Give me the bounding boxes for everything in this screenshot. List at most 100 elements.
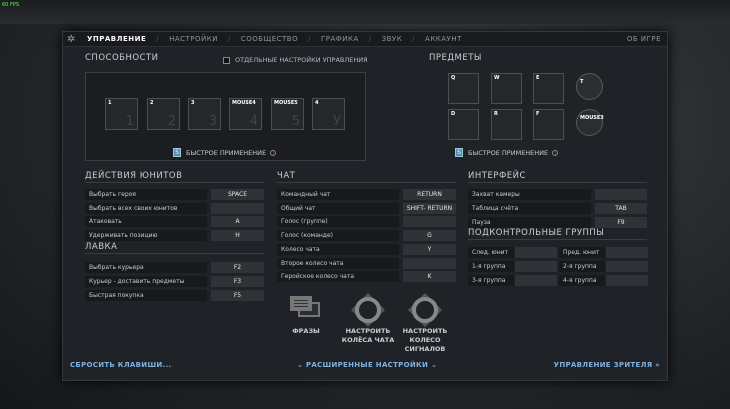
item-slot[interactable]: R <box>491 109 522 140</box>
item-slot[interactable]: F <box>533 109 564 140</box>
keybind-key[interactable]: SHIFT- RETURN <box>403 202 456 214</box>
items-quickcast[interactable]: S БЫСТРОЕ ПРИМЕНЕНИЕ i <box>455 148 559 157</box>
phrases-icon[interactable] <box>290 296 322 322</box>
control-group-key[interactable] <box>515 261 557 272</box>
control-group-label: 4-я группа <box>559 275 605 286</box>
ability-slot[interactable]: 11 <box>105 98 138 130</box>
separate-controls-checkbox[interactable]: ОТДЕЛЬНЫЕ НАСТРОЙКИ УПРАВЛЕНИЯ <box>223 56 368 64</box>
chevron-down-icon: ⌄ <box>428 361 438 369</box>
keybind-label: Второе колесо чата <box>277 257 399 269</box>
tab-sound[interactable]: ЗВУК <box>382 35 403 43</box>
keybind-row: Выбрать курьера F2 <box>85 262 264 273</box>
keybind-label: Быстрая покупка <box>85 290 207 301</box>
keybind-key[interactable]: RETURN <box>403 189 456 200</box>
keybind-key[interactable] <box>595 189 647 200</box>
control-group-row: 4-я группа <box>559 275 648 286</box>
ability-number: 1 <box>125 114 134 129</box>
keybind-row: Геройское колесо чата K <box>277 271 456 283</box>
ability-hotkey: 4 <box>315 100 319 106</box>
item-slot[interactable]: W <box>491 73 522 104</box>
keybind-label: Командный чат <box>277 189 399 200</box>
keybind-key[interactable]: H <box>211 230 264 242</box>
keybind-key[interactable] <box>211 202 264 214</box>
keybind-key[interactable]: F3 <box>211 276 264 287</box>
control-group-key[interactable] <box>515 275 557 286</box>
keybind-row: Атаковать A <box>85 216 264 228</box>
ability-slot[interactable]: MOUSE5 5 <box>271 98 304 130</box>
abilities-quickcast[interactable]: S БЫСТРОЕ ПРИМЕНЕНИЕ i <box>173 148 277 157</box>
tab-account[interactable]: АККАУНТ <box>425 35 462 43</box>
ability-slot[interactable]: MOUSE4 4 <box>229 98 262 130</box>
tab-options[interactable]: НАСТРОЙКИ <box>169 35 218 43</box>
items-title: ПРЕДМЕТЫ <box>429 53 482 63</box>
signal-wheel-label[interactable]: НАСТРОИТЬ КОЛЕСО СИГНАЛОВ <box>395 327 455 354</box>
keybind-key[interactable]: G <box>403 230 456 242</box>
keybind-row: Удерживать позицию H <box>85 230 264 242</box>
ability-slot[interactable]: 4У <box>312 98 345 130</box>
keybind-row: Таблица счёта TAB <box>468 203 647 214</box>
keybind-key[interactable]: Y <box>403 243 456 255</box>
control-group-row: Пред. юнит <box>559 247 648 258</box>
neutral-item-slot[interactable]: T <box>576 73 603 100</box>
reset-keys-link[interactable]: СБРОСИТЬ КЛАВИШИ... <box>70 361 171 369</box>
advanced-label: РАСШИРЕННЫЕ НАСТРОЙКИ <box>305 361 429 369</box>
tab-about[interactable]: ОБ ИГРЕ <box>627 35 661 43</box>
keybind-key[interactable]: F9 <box>595 217 647 228</box>
keybind-key[interactable]: K <box>403 271 456 283</box>
keybind-label: Атаковать <box>85 216 207 228</box>
item-slot[interactable]: D <box>448 109 479 140</box>
abilities-title: СПОСОБНОСТИ <box>85 53 159 63</box>
tab-controls[interactable]: УПРАВЛЕНИЕ <box>87 35 146 43</box>
quickcast-icon: S <box>455 148 463 157</box>
quickcast-icon: S <box>173 148 181 157</box>
unit-actions-title: ДЕЙСТВИЯ ЮНИТОВ <box>85 171 264 183</box>
tp-scroll-slot[interactable]: MOUSE3 <box>576 109 604 136</box>
keybind-row: Пауза F9 <box>468 217 647 228</box>
keybind-row: Второе колесо чата <box>277 257 456 269</box>
item-slot[interactable]: E <box>533 73 564 104</box>
phrases-label[interactable]: ФРАЗЫ <box>276 327 336 336</box>
keybind-key[interactable]: SPACE <box>211 189 264 200</box>
tab-community[interactable]: СООБЩЕСТВО <box>241 35 298 43</box>
keybind-key[interactable]: TAB <box>595 203 647 214</box>
info-icon[interactable]: i <box>270 149 277 156</box>
settings-panel: ✲ УПРАВЛЕНИЕ / НАСТРОЙКИ / СООБЩЕСТВО / ГРА… <box>62 31 668 381</box>
keybind-key[interactable]: A <box>211 216 264 228</box>
keybind-label: Пауза <box>468 217 591 228</box>
keybind-row: Общий чат SHIFT- RETURN <box>277 202 456 214</box>
keybind-label: Таблица счёта <box>468 203 591 214</box>
chat-wheel-icon[interactable] <box>351 293 385 327</box>
keybind-row: Колесо чата Y <box>277 243 456 255</box>
keybind-label: Выбрать всех своих юнитов <box>85 202 207 214</box>
game-top-bar: 60 FPS <box>0 0 730 24</box>
ability-number: 3 <box>208 114 217 129</box>
ability-hotkey: MOUSE4 <box>232 100 256 106</box>
control-group-key[interactable] <box>606 247 648 258</box>
keybind-key[interactable] <box>403 257 456 269</box>
keybind-row: Голос (группе) <box>277 216 456 228</box>
advanced-settings-toggle[interactable]: ⌄ РАСШИРЕННЫЕ НАСТРОЙКИ ⌄ <box>297 361 437 369</box>
control-group-key[interactable] <box>606 275 648 286</box>
spectator-controls-link[interactable]: УПРАВЛЕНИЕ ЗРИТЕЛЯ » <box>554 361 660 369</box>
item-hotkey: D <box>451 111 456 117</box>
keybind-key[interactable] <box>403 216 456 228</box>
chat-wheel-label[interactable]: НАСТРОИТЬ КОЛЁСА ЧАТА <box>338 327 398 345</box>
ability-hotkey: MOUSE5 <box>274 100 298 106</box>
item-slot[interactable]: Q <box>448 73 479 104</box>
control-group-key[interactable] <box>515 247 557 258</box>
ability-number: 5 <box>291 114 300 129</box>
signal-wheel-icon[interactable] <box>408 293 442 327</box>
keybind-key[interactable]: F2 <box>211 262 264 273</box>
ability-hotkey: 2 <box>150 100 154 106</box>
control-group-label: 3-я группа <box>468 275 514 286</box>
keybind-key[interactable]: F5 <box>211 290 264 301</box>
control-group-label: 2-я группа <box>559 261 605 272</box>
tab-graphics[interactable]: ГРАФИКА <box>321 35 359 43</box>
gear-icon: ✲ <box>67 33 76 45</box>
info-icon[interactable]: i <box>552 149 559 156</box>
keybind-label: Колесо чата <box>277 243 399 255</box>
keybind-label: Курьер - доставить предметы <box>85 276 207 287</box>
control-group-key[interactable] <box>606 261 648 272</box>
ability-slot[interactable]: 22 <box>147 98 180 130</box>
ability-slot[interactable]: 33 <box>188 98 221 130</box>
